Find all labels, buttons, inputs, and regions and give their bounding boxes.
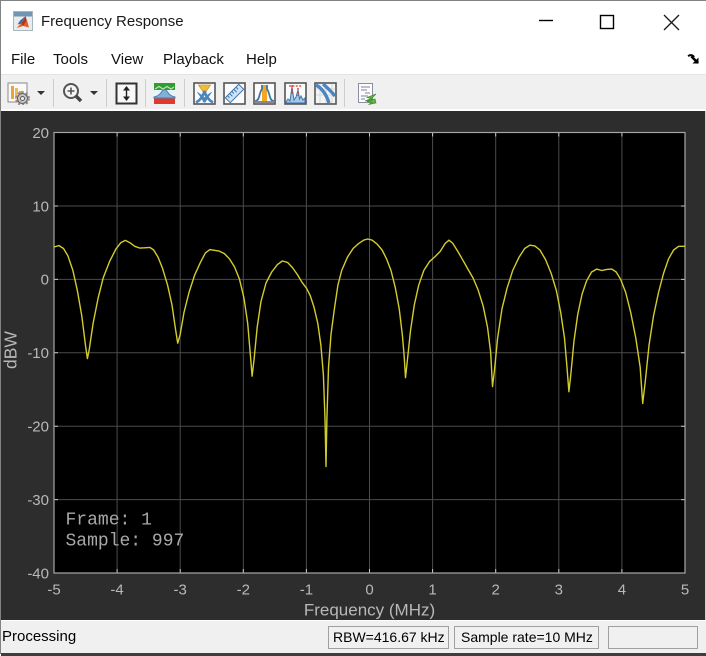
svg-text:Frequency (MHz): Frequency (MHz) <box>304 601 435 620</box>
svg-text:0: 0 <box>41 272 49 289</box>
svg-text:-10: -10 <box>27 345 49 362</box>
svg-text:-40: -40 <box>27 565 49 582</box>
svg-text:2: 2 <box>492 582 500 599</box>
svg-text:-5: -5 <box>47 582 60 599</box>
svg-text:-4: -4 <box>110 582 123 599</box>
svg-text:Frame: 1: Frame: 1 <box>66 510 152 530</box>
svg-text:-1: -1 <box>300 582 313 599</box>
svg-text:-2: -2 <box>237 582 250 599</box>
svg-text:dBW: dBW <box>1 331 21 369</box>
svg-text:-30: -30 <box>27 492 49 509</box>
svg-text:-20: -20 <box>27 419 49 436</box>
svg-text:5: 5 <box>681 582 689 599</box>
svg-text:3: 3 <box>555 582 563 599</box>
svg-text:20: 20 <box>32 125 49 142</box>
svg-text:10: 10 <box>32 198 49 215</box>
svg-text:4: 4 <box>618 582 626 599</box>
svg-text:0: 0 <box>365 582 373 599</box>
svg-text:-3: -3 <box>174 582 187 599</box>
svg-text:1: 1 <box>428 582 436 599</box>
svg-text:Sample: 997: Sample: 997 <box>66 532 185 552</box>
